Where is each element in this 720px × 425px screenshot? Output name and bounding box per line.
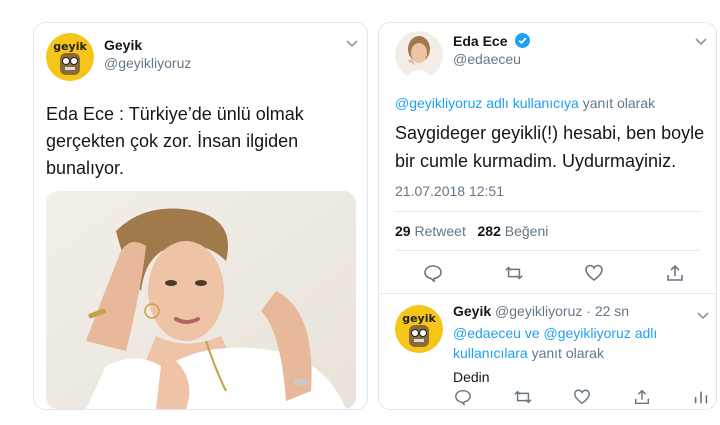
share-icon[interactable]: [665, 263, 685, 283]
tweet-text-line: Saygideger geyikli(!) hesabi, ben boyle: [395, 123, 705, 143]
reply-author-name[interactable]: Geyik: [453, 303, 491, 319]
reply-icon[interactable]: [423, 263, 443, 283]
reply-suffix: yanıt olarak: [531, 345, 604, 361]
right-tweet-card[interactable]: Eda Ece @edaeceu @geyikliyoruz adlı kull…: [378, 22, 717, 410]
chevron-down-icon[interactable]: [697, 309, 709, 323]
author-handle[interactable]: @geyikliyoruz: [104, 55, 191, 71]
tweet-text-line: bunalıyor.: [46, 158, 125, 178]
reply-context: @geyikliyoruz adlı kullanıcıya yanıt ola…: [395, 95, 655, 111]
retweet-icon[interactable]: [504, 263, 524, 283]
tweet-photo[interactable]: [46, 191, 356, 409]
verified-badge-icon: [515, 33, 531, 51]
left-tweet-card[interactable]: geyik Geyik @geyikliyoruz Eda Ece : Türk…: [33, 22, 368, 410]
reply-time[interactable]: · 22 sn: [586, 303, 629, 319]
reply-header: Geyik @geyikliyoruz · 22 sn: [453, 303, 703, 319]
reply-context: @edaeceu ve @geyikliyoruz adlı kullanıcı…: [453, 323, 703, 363]
reply-handles-link[interactable]: kullanıcılara: [453, 345, 528, 361]
eda-ece-avatar[interactable]: [395, 31, 443, 79]
retweet-label: Retweet: [414, 223, 466, 239]
divider: [395, 250, 701, 251]
author-name[interactable]: Eda Ece: [453, 33, 507, 49]
reply-actions: [453, 387, 711, 407]
tweet-actions: [423, 263, 685, 283]
author-handle[interactable]: @edaeceu: [453, 51, 521, 67]
reply-suffix: yanıt olarak: [582, 95, 656, 111]
divider: [395, 211, 701, 212]
divider: [379, 293, 716, 294]
share-icon[interactable]: [632, 387, 652, 407]
reply-handles-link[interactable]: @edaeceu ve @geyikliyoruz adlı: [453, 325, 657, 341]
chevron-down-icon[interactable]: [346, 37, 358, 51]
reply-tweet[interactable]: Geyik @geyikliyoruz · 22 sn @edaeceu ve …: [453, 303, 703, 385]
heart-icon[interactable]: [572, 387, 592, 407]
tweet-text-line: Eda Ece : Türkiye’de ünlü olmak: [46, 104, 304, 124]
tweet-text: Saygideger geyikli(!) hesabi, ben boyle …: [395, 119, 704, 175]
tweet-text-line: bir cumle kurmadim. Uydurmayiniz.: [395, 151, 677, 171]
retweet-icon[interactable]: [513, 387, 533, 407]
tweet-text: Eda Ece : Türkiye’de ünlü olmak gerçekte…: [46, 101, 304, 182]
geyik-avatar[interactable]: geyik: [395, 305, 443, 353]
retweet-count: 29: [395, 223, 411, 239]
author-name[interactable]: Geyik: [104, 37, 142, 53]
tweet-stats[interactable]: 29 Retweet 282 Beğeni: [395, 223, 548, 239]
svg-text:geyik: geyik: [402, 312, 436, 325]
reply-handle-link[interactable]: @geyikliyoruz adlı kullanıcıya: [395, 95, 579, 111]
like-count: 282: [477, 223, 501, 239]
reply-icon[interactable]: [453, 387, 473, 407]
svg-text:geyik: geyik: [53, 40, 87, 53]
tweet-text-line: gerçekten çok zor. İnsan ilgiden: [46, 131, 299, 151]
like-label: Beğeni: [504, 223, 549, 239]
chevron-down-icon[interactable]: [695, 35, 707, 49]
analytics-icon[interactable]: [691, 387, 711, 407]
geyik-avatar[interactable]: geyik: [46, 33, 94, 81]
author-name-row[interactable]: Eda Ece: [453, 33, 531, 51]
tweet-timestamp[interactable]: 21.07.2018 12:51: [395, 183, 504, 199]
reply-text: Dedin: [453, 369, 490, 385]
reply-author-handle[interactable]: @geyikliyoruz: [495, 303, 582, 319]
heart-icon[interactable]: [584, 263, 604, 283]
